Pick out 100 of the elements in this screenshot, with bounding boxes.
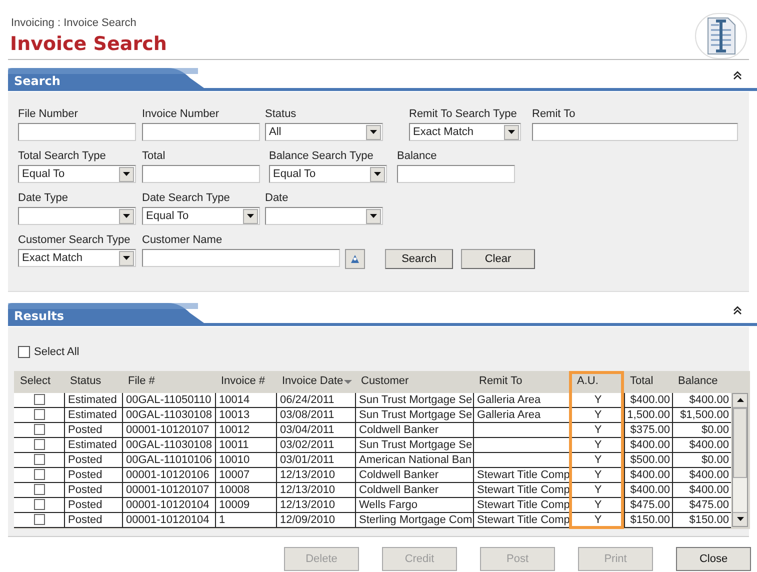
page-title: Invoice Search — [10, 32, 167, 57]
table-cell: $150.00 — [672, 512, 731, 528]
dropdown-field[interactable]: All — [265, 123, 383, 141]
dropdown-field[interactable]: Equal To — [269, 165, 387, 183]
table-cell: Stewart Title Comp — [473, 512, 571, 528]
row-checkbox[interactable] — [34, 499, 44, 510]
dropdown-field[interactable]: Exact Match — [18, 249, 136, 267]
table-cell: 00GAL-11010106 — [122, 452, 215, 468]
table-cell: Stewart Title Comp — [473, 468, 571, 482]
table-cell: Stewart Title Comp — [473, 482, 571, 498]
collapse-button[interactable] — [731, 69, 743, 81]
row-checkbox[interactable] — [34, 484, 44, 495]
column-header[interactable]: Balance — [672, 373, 731, 390]
select-all-checkbox[interactable]: Select All — [18, 344, 80, 360]
field-label: Balance — [397, 149, 438, 162]
input-field[interactable] — [142, 249, 340, 267]
table-cell: Sun Trust Mortgage Se — [355, 392, 473, 408]
table-cell: $475.00 — [624, 498, 672, 512]
table-cell: 12/13/2010 — [276, 482, 355, 498]
row-checkbox[interactable] — [34, 394, 44, 405]
table-cell: 10011 — [215, 438, 276, 452]
field-label: Date Type — [18, 191, 69, 204]
table-cell: $500.00 — [624, 452, 672, 468]
table-cell: $400.00 — [672, 468, 731, 482]
table-cell: Stewart Title Comp — [473, 498, 571, 512]
table-cell: $375.00 — [624, 422, 672, 438]
column-header[interactable]: File # — [122, 373, 215, 390]
table-cell: Posted — [64, 422, 122, 438]
dropdown-field[interactable]: Exact Match — [409, 123, 521, 141]
table-cell: Wells Fargo — [355, 498, 473, 512]
field-label: Balance Search Type — [269, 149, 374, 162]
scrollbar[interactable] — [732, 392, 748, 526]
table-cell: Coldwell Banker — [355, 468, 473, 482]
table-cell: $1,500.00 — [672, 408, 731, 422]
table-cell: Galleria Area — [473, 392, 571, 408]
table-cell: 1,500.00 — [624, 408, 672, 422]
input-field[interactable] — [142, 123, 260, 141]
field-label: Status — [265, 107, 298, 120]
action-button[interactable]: Search — [385, 249, 453, 269]
dropdown-field[interactable]: Equal To — [18, 165, 136, 183]
row-checkbox[interactable] — [34, 409, 44, 420]
dropdown-field[interactable] — [18, 207, 136, 225]
table-cell: 10014 — [215, 392, 276, 408]
table-cell: Posted — [64, 512, 122, 528]
input-field[interactable] — [397, 165, 515, 183]
row-checkbox[interactable] — [34, 469, 44, 480]
table-cell: Galleria Area — [473, 408, 571, 422]
lookup-button[interactable] — [345, 249, 365, 269]
column-header[interactable]: Invoice # — [215, 373, 276, 390]
table-cell: $400.00 — [624, 392, 672, 408]
row-checkbox[interactable] — [34, 424, 44, 435]
table-cell: 1 — [215, 512, 276, 528]
field-label: Date Search Type — [142, 191, 231, 204]
column-header[interactable]: Select — [14, 373, 64, 390]
action-button[interactable]: Clear — [461, 249, 535, 269]
table-cell: Sun Trust Mortgage Se — [355, 408, 473, 422]
column-header[interactable]: Customer — [355, 373, 473, 390]
dropdown-field[interactable]: Equal To — [142, 207, 260, 225]
table-cell: 12/13/2010 — [276, 498, 355, 512]
column-header[interactable]: Status — [64, 373, 122, 390]
row-checkbox[interactable] — [34, 514, 44, 525]
scroll-down-icon[interactable] — [733, 512, 747, 526]
table-cell: 12/13/2010 — [276, 468, 355, 482]
column-header[interactable]: Total — [624, 373, 672, 390]
row-checkbox[interactable] — [34, 439, 44, 450]
field-label: Customer Search Type — [18, 233, 132, 246]
table-cell: 00GAL-11030108 — [122, 408, 215, 422]
input-field[interactable] — [18, 123, 136, 141]
scroll-thumb[interactable] — [733, 408, 747, 478]
table-cell: Sterling Mortgage Com — [355, 512, 473, 528]
table-cell: Estimated — [64, 392, 122, 408]
action-button[interactable]: Close — [676, 547, 751, 571]
table-cell: $0.00 — [672, 452, 731, 468]
table-cell: $475.00 — [672, 498, 731, 512]
input-field[interactable] — [532, 123, 738, 141]
table-cell: Estimated — [64, 408, 122, 422]
input-field[interactable] — [142, 165, 260, 183]
column-header[interactable]: Invoice Date — [276, 373, 355, 390]
table-cell: 00001-10120104 — [122, 512, 215, 528]
table-cell: 00001-10120104 — [122, 498, 215, 512]
table-cell: 03/04/2011 — [276, 422, 355, 438]
table-cell: 03/02/2011 — [276, 438, 355, 452]
column-header[interactable]: Remit To — [473, 373, 571, 390]
column-header[interactable]: A.U. — [571, 373, 624, 390]
table-cell: 00GAL-11050110 — [122, 392, 215, 408]
panel-title: Results — [14, 308, 64, 325]
row-checkbox[interactable] — [34, 454, 44, 465]
table-cell: $400.00 — [672, 482, 731, 498]
panel-title: Search — [14, 73, 60, 90]
table-cell: Posted — [64, 452, 122, 468]
dropdown-field[interactable] — [265, 207, 383, 225]
table-cell: 00001-10120107 — [122, 422, 215, 438]
table-cell: Coldwell Banker — [355, 422, 473, 438]
table-cell: 10010 — [215, 452, 276, 468]
table-cell: 10012 — [215, 422, 276, 438]
breadcrumb: Invoicing : Invoice Search — [11, 16, 136, 31]
scroll-up-icon[interactable] — [733, 394, 747, 408]
table-cell: Posted — [64, 468, 122, 482]
collapse-button[interactable] — [731, 304, 743, 316]
field-label: Date — [265, 191, 290, 204]
